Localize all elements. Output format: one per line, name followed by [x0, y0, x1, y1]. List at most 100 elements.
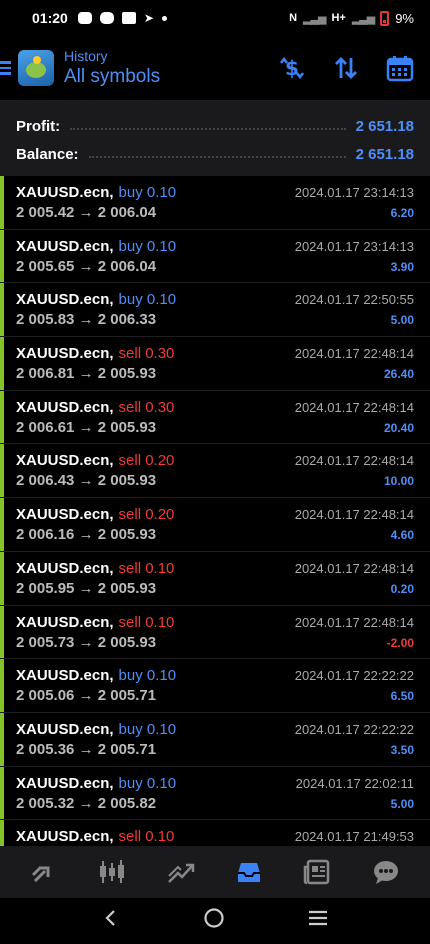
deal-profit: 4.60: [390, 528, 414, 543]
status-time: 01:20: [32, 10, 68, 26]
deal-row[interactable]: XAUUSD.ecn, buy 0.10 2024.01.17 23:14:13 2 …: [0, 229, 430, 284]
deal-prices: 2 005.36 → 2 005.71: [16, 740, 157, 758]
status-bar: 01:20 ➤ N ▂▃▅ H+ ▂▃▅ 9%: [0, 0, 430, 36]
deal-prices: 2 006.81 → 2 005.93: [16, 365, 157, 383]
deal-symbol: XAUUSD.ecn,: [16, 559, 114, 577]
deal-symbol: XAUUSD.ecn,: [16, 237, 114, 255]
history-icon[interactable]: [229, 852, 269, 892]
menu-icon[interactable]: [0, 61, 14, 75]
status-right: N ▂▃▅ H+ ▂▃▅ 9%: [289, 10, 414, 26]
trade-icon[interactable]: [161, 852, 201, 892]
signal-icon: ▂▃▅: [303, 12, 326, 25]
recents-icon[interactable]: [307, 908, 329, 934]
deal-row[interactable]: XAUUSD.ecn, sell 0.20 2024.01.17 22:48:14 2…: [0, 498, 430, 552]
deal-time: 2024.01.17 22:48:14: [294, 507, 414, 523]
deal-row[interactable]: XAUUSD.ecn, buy 0.10 2024.01.17 23:14:13 2 …: [0, 176, 430, 230]
calendar-icon[interactable]: [386, 54, 414, 82]
deal-side: buy 0.10: [118, 720, 177, 738]
battery-icon: [380, 10, 390, 26]
symbol-filter-icon[interactable]: $: [278, 54, 306, 82]
chart-icon[interactable]: [92, 852, 132, 892]
deal-time: 2024.01.17 22:02:11: [295, 775, 414, 791]
deal-profit: -2.00: [386, 635, 414, 650]
deal-time: 2024.01.17 22:48:14: [294, 346, 414, 362]
balance-value: 2 651.18: [355, 145, 414, 163]
deal-side: buy 0.10: [118, 237, 177, 255]
svg-text:$: $: [285, 56, 299, 80]
balance-row: Balance: 2 651.18: [16, 140, 414, 168]
deal-time: 2024.01.17 22:48:14: [294, 399, 414, 415]
deal-side: buy 0.10: [118, 291, 177, 309]
deal-row[interactable]: XAUUSD.ecn, sell 0.30 2024.01.17 22:48:14 2…: [0, 390, 430, 445]
deal-side: sell 0.20: [118, 452, 175, 470]
sort-icon[interactable]: [332, 54, 360, 82]
header-titles[interactable]: History All symbols: [64, 48, 160, 88]
deal-profit: 3.90: [390, 259, 414, 274]
profit-row: Profit: 2 651.18: [16, 112, 414, 140]
deal-prices: 2 006.43 → 2 005.93: [16, 472, 157, 490]
account-summary: Profit: 2 651.18 Balance: 2 651.18: [0, 100, 430, 176]
deal-profit: 3.50: [390, 742, 414, 757]
deal-row[interactable]: XAUUSD.ecn, sell 0.30 2024.01.17 22:48:14 2…: [0, 337, 430, 391]
discord-icon: [99, 12, 114, 24]
deal-symbol: XAUUSD.ecn,: [16, 398, 114, 416]
deal-time: 2024.01.17 22:50:55: [294, 292, 414, 308]
deal-side: sell 0.10: [118, 559, 175, 577]
chat-icon[interactable]: [366, 852, 406, 892]
signal-bars-icon: ▂▃▅: [351, 12, 375, 25]
network-type: H+: [331, 12, 346, 24]
deal-symbol: XAUUSD.ecn,: [16, 613, 114, 631]
deal-time: 2024.01.17 23:14:13: [294, 238, 414, 254]
deal-symbol: XAUUSD.ecn,: [16, 184, 114, 201]
deal-row[interactable]: XAUUSD.ecn, buy 0.10 2024.01.17 22:22:22 2 …: [0, 712, 430, 767]
quotes-icon[interactable]: [24, 852, 64, 892]
dotted-leader: [88, 156, 346, 158]
deal-prices: 2 005.32 → 2 005.82: [16, 794, 157, 812]
deal-symbol: XAUUSD.ecn,: [16, 720, 114, 738]
news-icon[interactable]: [297, 852, 337, 892]
deal-symbol: XAUUSD.ecn,: [16, 828, 114, 846]
deal-symbol: XAUUSD.ecn,: [16, 506, 114, 524]
deal-row[interactable]: XAUUSD.ecn, buy 0.10 2024.01.17 22:22:22 2 …: [0, 659, 430, 713]
deal-profit: 0.20: [390, 581, 414, 596]
deal-prices: 2 005.06 → 2 005.71: [16, 687, 157, 705]
mail-icon: [121, 12, 136, 24]
deal-prices: 2 005.65 → 2 006.04: [16, 257, 157, 275]
deal-profit: 5.00: [390, 796, 414, 811]
telegram-icon: ➤: [143, 11, 154, 25]
profit-label: Profit:: [16, 117, 61, 135]
deal-row[interactable]: XAUUSD.ecn, sell 0.10 2024.01.17 22:48:14 2…: [0, 551, 430, 606]
deal-prices: 2 006.61 → 2 005.93: [16, 418, 157, 436]
deal-symbol: XAUUSD.ecn,: [16, 345, 114, 363]
deal-time: 2024.01.17 22:48:14: [294, 614, 414, 630]
deal-time: 2024.01.17 22:48:14: [294, 560, 414, 576]
deal-time: 2024.01.17 22:48:14: [294, 453, 414, 469]
deal-side: sell 0.20: [118, 506, 175, 524]
deal-prices: 2 006.16 → 2 005.93: [16, 526, 157, 544]
deal-symbol: XAUUSD.ecn,: [16, 452, 114, 470]
deal-profit: 6.20: [390, 206, 414, 220]
deal-row[interactable]: XAUUSD.ecn, buy 0.10 2024.01.17 22:02:11 2 …: [0, 766, 430, 821]
page-title: All symbols: [64, 66, 161, 87]
deal-side: sell 0.30: [118, 398, 175, 416]
deal-profit: 20.40: [383, 420, 414, 435]
deal-side: buy 0.10: [118, 667, 177, 685]
system-nav: [0, 898, 430, 944]
app-logo[interactable]: [18, 50, 54, 86]
bottom-nav: [0, 846, 430, 898]
deal-side: sell 0.30: [118, 345, 175, 363]
deal-prices: 2 005.83 → 2 006.33: [16, 311, 157, 329]
app-header: History All symbols $: [0, 36, 430, 100]
deal-row[interactable]: XAUUSD.ecn, sell 0.10 2024.01.17 21:49:53: [0, 820, 430, 846]
home-icon[interactable]: [203, 907, 225, 935]
deals-list[interactable]: XAUUSD.ecn, buy 0.10 2024.01.17 23:14:13 2 …: [0, 176, 430, 846]
deal-row[interactable]: XAUUSD.ecn, sell 0.20 2024.01.17 22:48:14 2…: [0, 444, 430, 499]
deal-profit: 10.00: [383, 474, 414, 489]
header-actions: $: [278, 54, 414, 82]
deal-profit: 26.40: [383, 367, 414, 382]
deal-side: sell 0.10: [118, 613, 175, 631]
back-icon[interactable]: [101, 908, 121, 934]
deal-side: buy 0.10: [118, 184, 177, 201]
deal-row[interactable]: XAUUSD.ecn, buy 0.10 2024.01.17 22:50:55 2 …: [0, 283, 430, 338]
deal-row[interactable]: XAUUSD.ecn, sell 0.10 2024.01.17 22:48:14 2…: [0, 605, 430, 660]
